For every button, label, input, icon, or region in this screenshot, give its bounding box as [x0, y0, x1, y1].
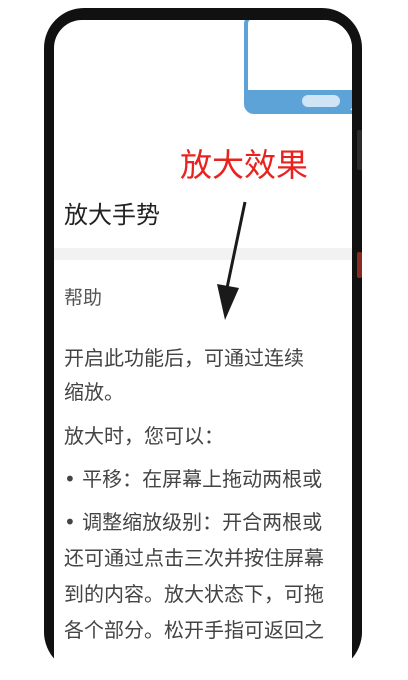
- volume-button: [357, 130, 362, 170]
- annotation-arrow-icon: [217, 201, 247, 320]
- help-text-line: • 平移：在屏幕上拖动两根或: [64, 467, 323, 491]
- phone-screen: 放大手势 帮助 开启此功能后，可通过连续 缩放。 放大时，您可以： • 平移：在…: [54, 20, 352, 680]
- help-text-line: 开启此功能后，可通过连续: [64, 346, 304, 370]
- help-text-line: 还可通过点击三次并按住屏幕: [64, 546, 324, 570]
- help-text-line: 到的内容。放大状态下，可拖: [64, 582, 324, 606]
- power-button: [357, 252, 362, 278]
- help-text-line: • 调整缩放级别：开合两根或: [64, 510, 323, 534]
- help-text-line: 各个部分。松开手指可返回之: [64, 618, 324, 642]
- page-title: 放大手势: [64, 201, 160, 229]
- help-section-header: 帮助: [64, 287, 103, 309]
- magnifier-handle[interactable]: [302, 95, 340, 107]
- help-text-line: 放大时，您可以：: [64, 424, 224, 448]
- section-divider: [54, 248, 352, 260]
- help-text-line: 缩放。: [64, 380, 124, 404]
- annotation-label: 放大效果: [180, 146, 309, 184]
